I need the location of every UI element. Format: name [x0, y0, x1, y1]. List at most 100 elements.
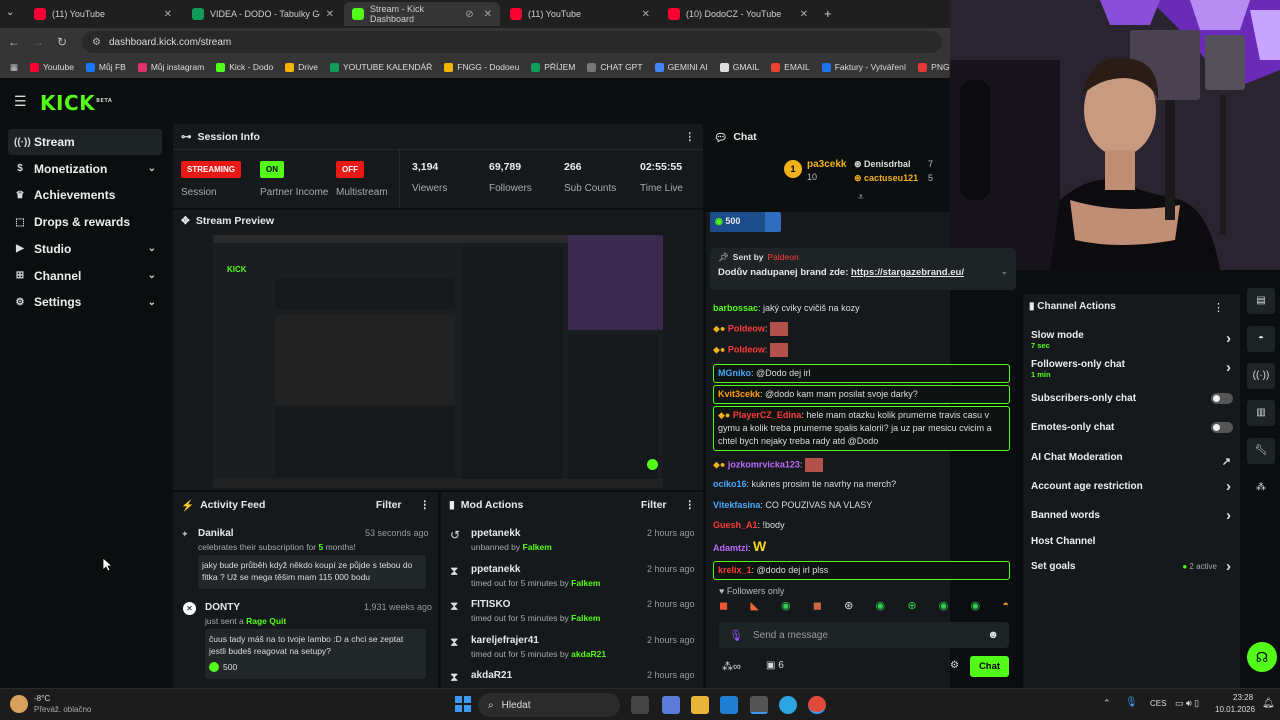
tab-list-icon[interactable]: ⌄ [6, 7, 14, 18]
filter-button[interactable]: Filter [641, 499, 667, 511]
channel-action-subscribers-only-chat[interactable]: Subscribers-only chat [1031, 393, 1233, 404]
mic-icon[interactable]: 🎙︎ [729, 629, 743, 642]
browser-tab[interactable]: (10) DodoCZ - YouTube ✕ [660, 2, 816, 26]
network-icon[interactable]: ▭ 🔊︎ ▯ [1175, 698, 1199, 709]
chat-username[interactable]: krelix_1 [718, 565, 752, 575]
emote-icon[interactable]: ⊕ [907, 599, 916, 617]
chat-username[interactable]: Poldeow [728, 323, 765, 333]
activity-user[interactable]: Danikal [198, 528, 234, 539]
chat-username[interactable]: jozkomrvicka123 [728, 459, 800, 469]
mod-user[interactable]: FITISKO [471, 599, 510, 610]
chat-username[interactable]: barbossac [713, 303, 758, 313]
url-field[interactable]: ⚙ dashboard.kick.com/stream [82, 31, 942, 53]
outlook-icon[interactable] [720, 696, 738, 714]
emote-icon[interactable]: ◼ [813, 599, 822, 617]
chat-username[interactable]: Poldeow [728, 344, 765, 354]
channel-action-host-channel[interactable]: Host Channel [1031, 536, 1231, 547]
chat-username[interactable]: MGniko [718, 368, 751, 378]
emote-icon[interactable]: ◉ [876, 599, 886, 617]
close-icon[interactable]: ✕ [164, 9, 172, 20]
emoji-icon[interactable]: ☻ [987, 629, 999, 641]
filter-button[interactable]: Filter [376, 499, 402, 511]
layout-icon[interactable]: ▥ [1247, 400, 1275, 426]
notifications-icon[interactable]: 🔔︎ [1262, 698, 1275, 709]
bookmark-item[interactable]: PNG to PD [918, 62, 950, 72]
tray-chevron-icon[interactable]: ⌃ [1103, 698, 1111, 709]
reload-icon[interactable]: ↻ [50, 35, 74, 49]
bookmark-item[interactable]: YOUTUBE KALENDÁŘ [330, 62, 432, 72]
bookmark-item[interactable]: PŘÍJEM [531, 62, 575, 72]
sidebar-item-achievements[interactable]: ♛ Achievements [8, 182, 162, 208]
sidebar-item-monetization[interactable]: $ Monetization ⌄ [8, 156, 162, 182]
site-info-icon[interactable]: ⚙ [92, 37, 101, 48]
file-explorer-icon[interactable] [691, 696, 709, 714]
chat-username[interactable]: PlayerCZ_Edina [733, 410, 802, 420]
more-icon[interactable]: ⋮ [420, 499, 431, 511]
chat-username[interactable]: Adamtzi [713, 543, 748, 553]
kick-logo[interactable]: KICKBETA [40, 91, 112, 115]
browser-tab[interactable]: (11) YouTube ✕ [26, 2, 180, 26]
sidebar-item-stream[interactable]: ((·)) Stream [8, 129, 162, 155]
emote-icon[interactable]: ◉ [971, 599, 981, 617]
broadcast-icon[interactable]: ((·)) [1247, 363, 1275, 389]
channel-action-emotes-only-chat[interactable]: Emotes-only chat [1031, 422, 1233, 433]
bookmark-item[interactable]: FNGG - Dodoeu [444, 62, 519, 72]
obs-icon[interactable] [750, 696, 768, 714]
action-by[interactable]: Falkem [571, 613, 600, 623]
task-view-icon[interactable] [631, 696, 649, 714]
emote-icon[interactable]: ◓ [1002, 599, 1009, 617]
mod-user[interactable]: ppetanekk [471, 564, 520, 575]
leader-name[interactable]: Denisdrbal [864, 159, 911, 169]
bookmark-item[interactable]: CHAT GPT [587, 62, 643, 72]
bookmark-item[interactable]: Faktury - Vytváření [821, 62, 906, 72]
expand-icon[interactable]: ⩡ [858, 192, 864, 203]
action-by[interactable]: akdaR21 [571, 649, 606, 659]
forward-icon[interactable]: → [26, 35, 50, 49]
close-icon[interactable]: ✕ [642, 9, 650, 20]
channel-action-ai-chat-moderation[interactable]: AI Chat Moderation ↗ [1031, 452, 1231, 468]
kicks-icon[interactable]: ⁂∞ [722, 660, 741, 673]
chat-username[interactable]: ociko16 [713, 479, 747, 489]
browser-tab[interactable]: VIDEA - DODO - Tabulky Googl ✕ [184, 2, 342, 26]
mic-tray-icon[interactable]: 🎙︎ [1125, 697, 1138, 708]
bookmark-item[interactable]: Drive [285, 62, 318, 72]
chat-input[interactable]: 🎙︎ Send a message ☻ [719, 622, 1009, 648]
clock-time[interactable]: 23:28 [1233, 693, 1253, 702]
windows-start-icon[interactable] [455, 696, 471, 712]
chat-username[interactable]: Guesh_A1 [713, 520, 758, 530]
chrome-icon[interactable] [808, 696, 826, 714]
emote-icon[interactable]: ⊛ [844, 599, 853, 617]
chat-username[interactable]: Kvit3cekk [718, 389, 760, 399]
channel-action-account-age-restriction[interactable]: Account age restriction › [1031, 478, 1231, 495]
edge-icon[interactable] [779, 696, 797, 714]
leader-name[interactable]: cactuseu121 [864, 173, 918, 183]
toggle-switch[interactable] [1211, 422, 1233, 433]
sidebar-item-channel[interactable]: ⊞ Channel ⌄ [8, 263, 162, 289]
close-icon[interactable]: ✕ [326, 9, 334, 20]
bookmark-item[interactable]: Můj FB [85, 62, 126, 72]
sidebar-item-drops[interactable]: ⬚ Drops & rewards [8, 209, 162, 235]
menu-icon[interactable]: ☰ [14, 93, 27, 110]
bookmark-item[interactable]: Youtube [30, 62, 74, 72]
pinned-message[interactable]: 📌︎ Sent by Paldeon Dodův nadupanej brand z… [710, 248, 1016, 290]
more-icon[interactable]: ⋮ [685, 131, 696, 143]
emote-icon[interactable]: ◉ [939, 599, 949, 617]
bookmark-item[interactable]: Kick - Dodo [216, 62, 273, 72]
more-icon[interactable]: ⋮ [685, 499, 696, 511]
action-by[interactable]: Falkem [523, 542, 552, 552]
chevron-down-icon[interactable]: ⌄ [1000, 266, 1008, 277]
send-chat-button[interactable]: Chat [970, 656, 1009, 677]
new-tab-icon[interactable]: + [824, 6, 832, 21]
leader-name[interactable]: pa3cekk [807, 159, 846, 170]
pinned-link[interactable]: https://stargazebrand.eu/ [851, 267, 964, 278]
stream-preview-video[interactable]: KICK [213, 235, 663, 488]
chat-settings-icon[interactable]: ⚙ [950, 660, 959, 671]
chat-username[interactable]: Vitekfasina [713, 500, 760, 510]
emote-icon[interactable]: ◣ [750, 599, 758, 617]
taskbar-search[interactable]: ⌕ Hledat [478, 693, 620, 717]
language-indicator[interactable]: CES [1150, 699, 1166, 708]
channel-action-banned-words[interactable]: Banned words › [1031, 507, 1231, 524]
close-icon[interactable]: ✕ [484, 9, 492, 20]
browser-tab-active[interactable]: Stream - Kick Dashboard ⊘ ✕ [344, 2, 500, 26]
browser-tab[interactable]: (11) YouTube ✕ [502, 2, 658, 26]
